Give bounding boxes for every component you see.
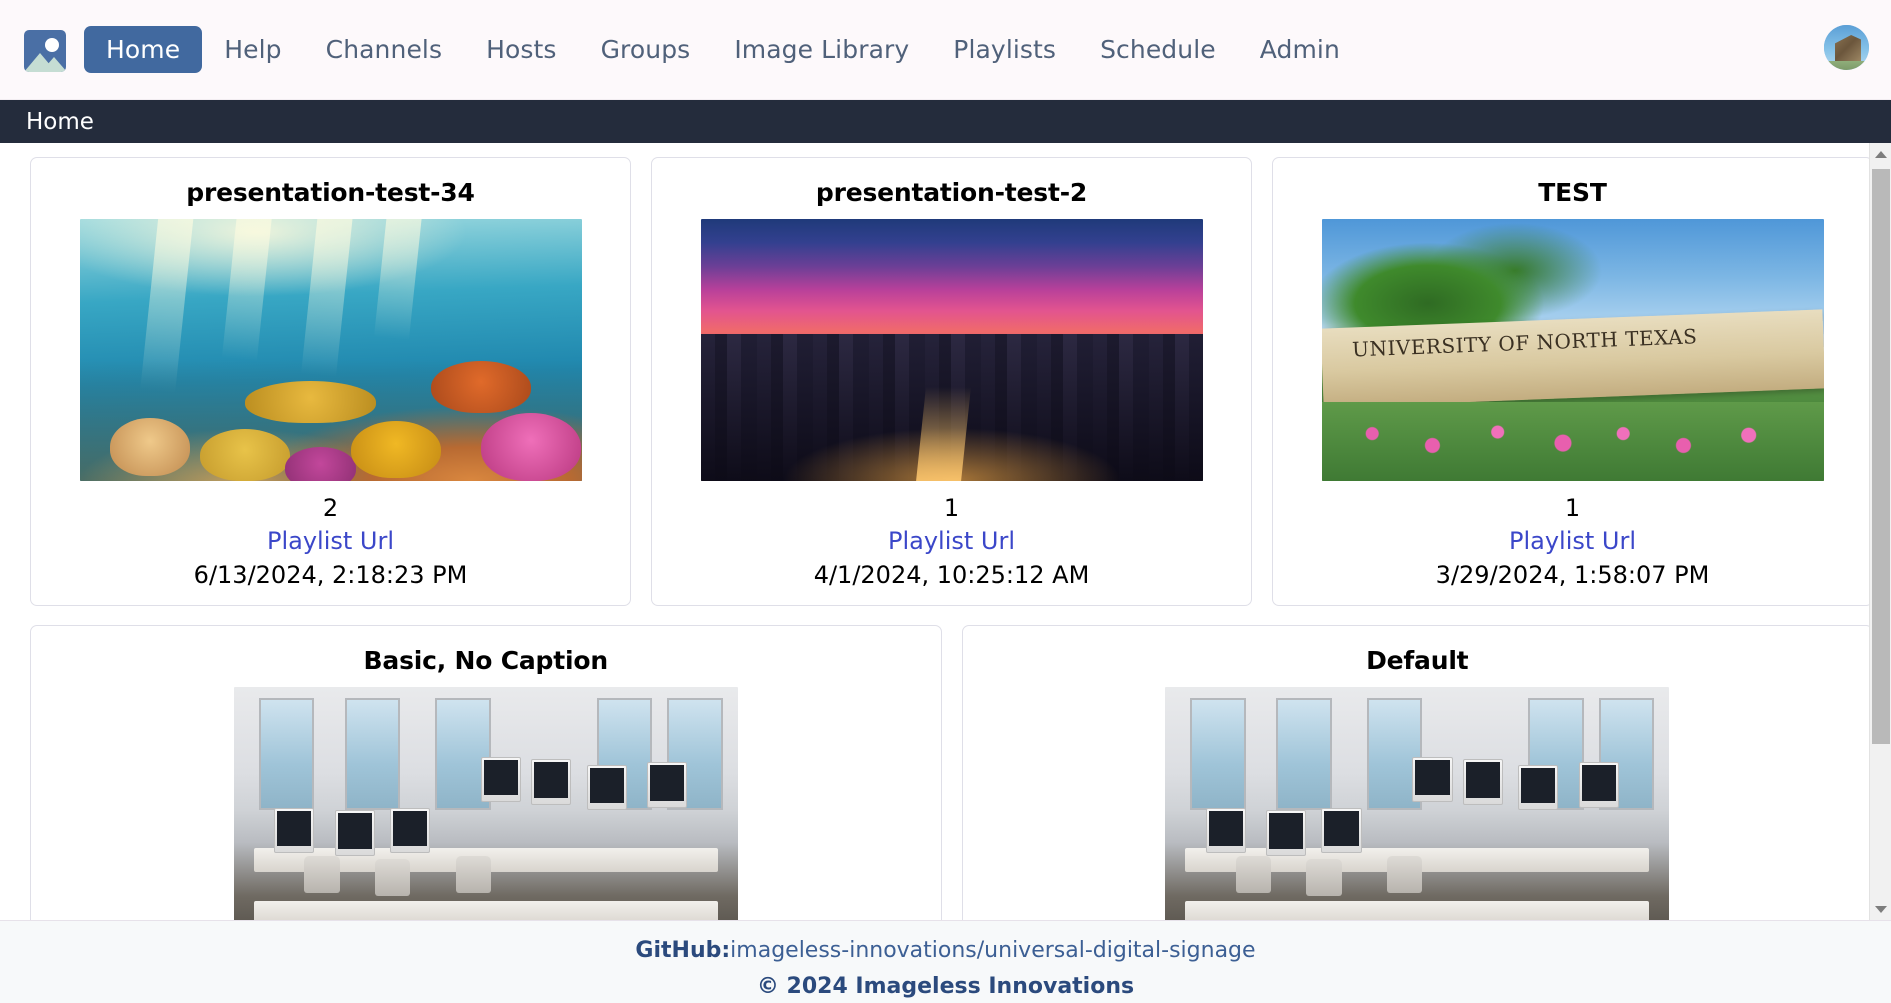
scroll-up-arrow-icon[interactable] (1870, 143, 1891, 165)
card-title: Default (1366, 646, 1469, 675)
footer-copyright: © 2024 Imageless Innovations (756, 974, 1135, 999)
top-navbar: Home Help Channels Hosts Groups Image Li… (0, 0, 1891, 100)
card-title: presentation-test-2 (815, 178, 1088, 207)
presentation-card[interactable]: presentation-test-2 1 Playlist Url 4/1/2… (651, 157, 1252, 606)
nav-item-playlists[interactable]: Playlists (931, 26, 1078, 73)
card-count: 1 (1564, 494, 1581, 522)
nav-item-groups[interactable]: Groups (579, 26, 713, 73)
footer-github-label: GitHub: (635, 938, 731, 963)
presentation-card[interactable]: presentation-test-34 2 Playlist Url 6/13… (30, 157, 631, 606)
logo-mountain-shape-2 (41, 56, 66, 72)
presentation-card[interactable]: TEST UNIVERSITY OF NORTH TEXAS 1 Playlis… (1272, 157, 1873, 606)
scrollbar-thumb[interactable] (1872, 169, 1890, 744)
primary-nav: Home Help Channels Hosts Groups Image Li… (84, 26, 1362, 73)
card-thumbnail-coral-reef[interactable] (79, 219, 582, 481)
nav-item-channels[interactable]: Channels (304, 26, 464, 73)
card-playlist-url-link[interactable]: Playlist Url (664, 527, 1239, 555)
card-title: TEST (1538, 178, 1607, 207)
breadcrumb: Home (0, 100, 1891, 143)
presentation-card[interactable]: Basic, No Caption (30, 625, 942, 920)
card-count: 1 (943, 494, 960, 522)
card-playlist-url-link[interactable]: Playlist Url (1285, 527, 1860, 555)
nav-item-home[interactable]: Home (84, 26, 203, 73)
avatar-ground (1824, 61, 1869, 70)
card-date: 6/13/2024, 2:18:23 PM (193, 561, 468, 589)
footer-github-line: GitHub:imageless-innovations/universal-d… (0, 938, 1891, 963)
card-count: 2 (322, 494, 339, 522)
card-row-1: presentation-test-34 2 Playlist Url 6/13… (30, 157, 1873, 606)
card-thumbnail-city-sunset[interactable] (700, 219, 1203, 481)
nav-item-image-library[interactable]: Image Library (712, 26, 931, 73)
card-row-2: Basic, No Caption Default (30, 625, 1873, 920)
card-date: 4/1/2024, 10:25:12 AM (813, 561, 1090, 589)
page-footer: GitHub:imageless-innovations/universal-d… (0, 920, 1891, 1003)
footer-github-repo-link[interactable]: imageless-innovations/universal-digital-… (730, 938, 1255, 963)
presentation-card[interactable]: Default (961, 625, 1873, 920)
avatar[interactable] (1824, 25, 1869, 70)
card-playlist-url-link[interactable]: Playlist Url (43, 527, 618, 555)
card-title: presentation-test-34 (186, 178, 475, 207)
logo-sun-shape (45, 37, 59, 52)
card-title: Basic, No Caption (363, 646, 609, 675)
scroll-down-arrow-icon[interactable] (1870, 898, 1891, 920)
main-content-scroll-area: presentation-test-34 2 Playlist Url 6/13… (0, 143, 1891, 920)
nav-item-help[interactable]: Help (202, 26, 303, 73)
nav-item-admin[interactable]: Admin (1238, 26, 1362, 73)
vertical-scrollbar[interactable] (1869, 143, 1891, 920)
app-logo-image-icon[interactable] (24, 29, 66, 72)
card-thumbnail-unt-sign[interactable]: UNIVERSITY OF NORTH TEXAS (1321, 219, 1824, 481)
card-date: 3/29/2024, 1:58:07 PM (1435, 561, 1710, 589)
card-thumbnail-computer-lab[interactable] (233, 687, 738, 920)
breadcrumb-item-home[interactable]: Home (26, 109, 94, 135)
card-thumbnail-computer-lab[interactable] (1165, 687, 1670, 920)
nav-item-hosts[interactable]: Hosts (464, 26, 578, 73)
presentation-card-grid: presentation-test-34 2 Playlist Url 6/13… (0, 143, 1891, 920)
nav-item-schedule[interactable]: Schedule (1078, 26, 1238, 73)
